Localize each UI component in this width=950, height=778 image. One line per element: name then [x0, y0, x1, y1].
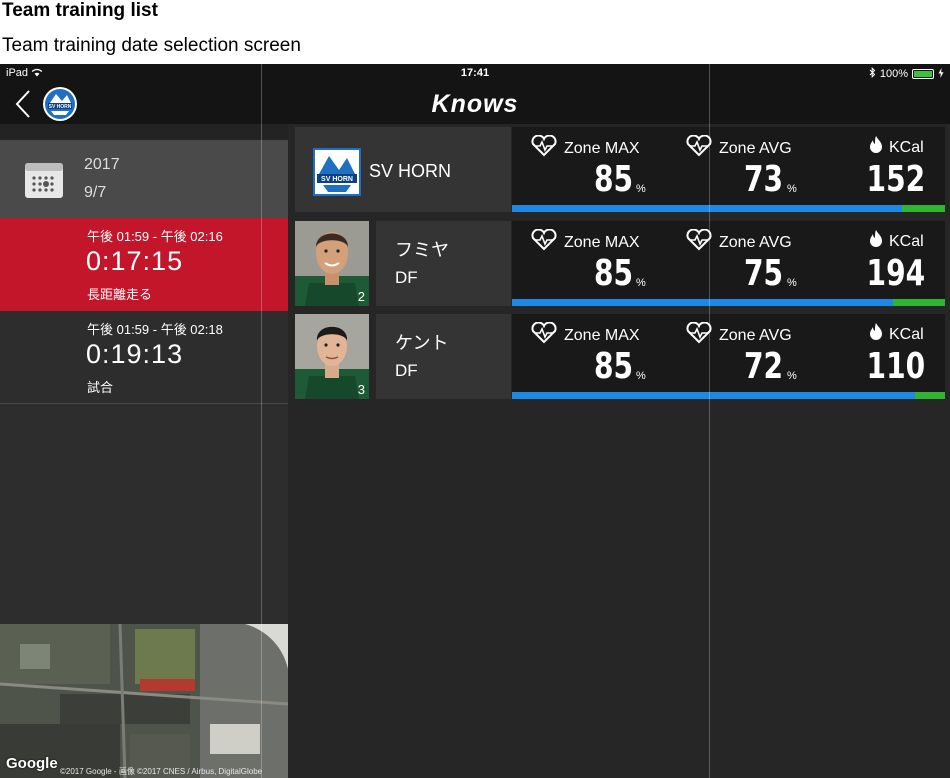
date-header[interactable]: 2017 9/7: [0, 140, 288, 218]
zone-max-value: 85: [593, 159, 633, 200]
team-name: SV HORN: [369, 161, 452, 181]
heart-rate-icon: [530, 134, 558, 162]
kcal-value: 152: [866, 159, 925, 200]
session-item[interactable]: 午後 01:59 - 午後 02:18 0:19:13 試合: [0, 311, 288, 404]
flame-icon: [869, 135, 883, 160]
jersey-number: 2: [357, 289, 365, 304]
zone-max-value: 85: [593, 346, 633, 387]
session-duration: 0:17:15: [86, 246, 184, 276]
player-position: DF: [395, 361, 418, 380]
svg-text:SV HORN: SV HORN: [321, 176, 353, 183]
zone-max-label: Zone MAX: [564, 139, 640, 157]
session-name: 試合: [87, 380, 114, 395]
heart-rate-icon: [530, 321, 558, 349]
status-bar: iPad 17:41 100%: [0, 64, 950, 84]
percent-unit: %: [636, 183, 646, 195]
player-card: ケント DF: [376, 314, 511, 399]
clock: 17:41: [460, 67, 490, 79]
progress-bar-green: [914, 392, 945, 399]
zone-avg-value: 73: [743, 159, 783, 200]
player-photo: 2: [295, 221, 369, 306]
club-crest-icon: SV HORN: [313, 148, 361, 196]
flame-icon: [869, 322, 883, 347]
battery-percent: 100%: [879, 68, 908, 80]
team-card: SV HORN SV HORN: [295, 127, 511, 212]
team-row[interactable]: SV HORN SV HORN Zone MAX 85 % Zone AVG 7…: [295, 127, 945, 212]
date-year: 2017: [84, 156, 120, 173]
sidebar: 2017 9/7 午後 01:59 - 午後 02:16 0:17:15 長距離…: [0, 124, 288, 778]
session-time-range: 午後 01:59 - 午後 02:18: [87, 322, 223, 337]
stats-panel: Zone MAX 85 % Zone AVG 73 % KCal 152: [512, 127, 945, 212]
flame-icon: [869, 229, 883, 254]
date-month-day: 9/7: [84, 184, 107, 201]
player-row[interactable]: 2 フミヤ DF Zone MAX 85 % Zone AVG 75 % KCa…: [295, 221, 945, 306]
player-name: ケント: [395, 333, 449, 353]
zone-max-label: Zone MAX: [564, 326, 640, 344]
session-item[interactable]: 午後 01:59 - 午後 02:16 0:17:15 長距離走る: [0, 218, 288, 311]
calendar-icon: [24, 160, 64, 200]
navigation-bar: SV HORN Knows: [0, 84, 950, 124]
ipad-screen: iPad 17:41 100% SV HORN Knows 2017 9/7 午…: [0, 64, 950, 778]
google-logo: Google: [6, 755, 58, 772]
map-copyright: ©2017 Google - 画像 ©2017 CNES / Airbus, D…: [60, 767, 263, 776]
percent-unit: %: [787, 370, 797, 382]
percent-unit: %: [636, 370, 646, 382]
player-name: フミヤ: [395, 240, 449, 260]
kcal-label: KCal: [889, 232, 924, 250]
battery-icon: [912, 69, 934, 79]
guide-line: [261, 64, 262, 778]
session-duration: 0:19:13: [86, 339, 184, 369]
kcal-value: 110: [866, 346, 925, 387]
zone-avg-label: Zone AVG: [719, 233, 792, 251]
satellite-map[interactable]: Google ©2017 Google - 画像 ©2017 CNES / Ai…: [0, 624, 288, 778]
zone-max-value: 85: [593, 253, 633, 294]
main-panel: SV HORN SV HORN Zone MAX 85 % Zone AVG 7…: [288, 124, 950, 778]
progress-bar-green: [893, 299, 945, 306]
jersey-number: 3: [357, 382, 365, 397]
progress-bar: [512, 299, 945, 306]
progress-bar: [512, 205, 945, 212]
kcal-value: 194: [866, 253, 925, 294]
kcal-label: KCal: [889, 138, 924, 156]
zone-avg-value: 75: [743, 253, 783, 294]
zone-avg-value: 72: [743, 346, 783, 387]
document-subtitle: Team training date selection screen: [2, 35, 301, 56]
session-name: 長距離走る: [87, 287, 153, 302]
progress-bar: [512, 392, 945, 399]
kcal-label: KCal: [889, 325, 924, 343]
zone-max-label: Zone MAX: [564, 233, 640, 251]
guide-line: [709, 64, 710, 778]
session-time-range: 午後 01:59 - 午後 02:16: [87, 229, 223, 244]
progress-bar-green: [901, 205, 945, 212]
stats-panel: Zone MAX 85 % Zone AVG 72 % KCal 110: [512, 314, 945, 399]
player-card: フミヤ DF: [376, 221, 511, 306]
document-title: Team training list: [2, 0, 158, 21]
zone-avg-label: Zone AVG: [719, 139, 792, 157]
heart-rate-icon: [530, 228, 558, 256]
zone-avg-label: Zone AVG: [719, 326, 792, 344]
percent-unit: %: [636, 277, 646, 289]
player-position: DF: [395, 268, 418, 287]
player-row[interactable]: 3 ケント DF Zone MAX 85 % Zone AVG 72 % KCa…: [295, 314, 945, 399]
app-brand: Knows: [431, 90, 519, 118]
bluetooth-icon: [869, 66, 876, 81]
divider: [72, 403, 288, 404]
charging-icon: [938, 67, 944, 81]
stats-panel: Zone MAX 85 % Zone AVG 75 % KCal 194: [512, 221, 945, 306]
player-photo: 3: [295, 314, 369, 399]
percent-unit: %: [787, 183, 797, 195]
percent-unit: %: [787, 277, 797, 289]
